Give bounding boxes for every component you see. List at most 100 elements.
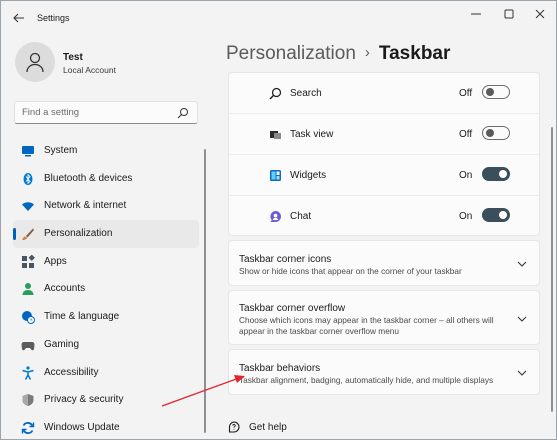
chat-icon bbox=[269, 210, 282, 223]
taskbar-behaviors-section[interactable]: Taskbar behaviors Taskbar alignment, bad… bbox=[228, 349, 540, 395]
section-title: Taskbar corner icons bbox=[239, 254, 332, 265]
taskbar-items-card: Search Off Task view Off Widgets On Chat bbox=[228, 72, 540, 236]
get-help-link[interactable]: Get help bbox=[228, 419, 287, 435]
arrow-left-icon bbox=[13, 13, 24, 23]
breadcrumb: Personalization › Taskbar bbox=[226, 43, 450, 65]
section-title: Taskbar corner overflow bbox=[239, 303, 346, 314]
minimize-icon bbox=[471, 13, 481, 15]
user-name: Test bbox=[63, 52, 83, 63]
sidebar-item-accessibility[interactable]: Accessibility bbox=[13, 359, 199, 387]
taskbar-item-task-view: Task view Off bbox=[229, 114, 539, 155]
maximize-icon bbox=[504, 9, 514, 19]
app-title: Settings bbox=[37, 13, 70, 23]
row-label: Widgets bbox=[290, 170, 327, 181]
sidebar-item-accounts[interactable]: Accounts bbox=[13, 275, 199, 303]
task-view-toggle[interactable] bbox=[482, 126, 510, 140]
bluetooth-icon bbox=[21, 172, 35, 186]
taskbar-item-search: Search Off bbox=[229, 73, 539, 114]
chevron-down-icon[interactable] bbox=[517, 368, 527, 378]
row-label: Task view bbox=[290, 129, 334, 140]
get-help-label: Get help bbox=[249, 421, 287, 433]
sidebar-item-label: Accessibility bbox=[44, 366, 99, 378]
toggle-knob bbox=[499, 170, 507, 178]
sidebar-item-label: Network & internet bbox=[44, 200, 127, 212]
toggle-state-label: Off bbox=[459, 129, 473, 140]
search-box[interactable] bbox=[14, 101, 198, 124]
sidebar-item-label: Bluetooth & devices bbox=[44, 172, 133, 184]
row-label: Chat bbox=[290, 211, 312, 222]
main-scrollbar[interactable] bbox=[551, 127, 553, 412]
widgets-toggle[interactable] bbox=[482, 167, 510, 181]
sidebar-item-bluetooth[interactable]: Bluetooth & devices bbox=[13, 165, 199, 193]
close-icon bbox=[535, 9, 545, 19]
taskbar-item-widgets: Widgets On bbox=[229, 155, 539, 196]
sidebar-item-apps[interactable]: Apps bbox=[13, 248, 199, 276]
accessibility-icon bbox=[21, 365, 35, 380]
sidebar-item-windows-update[interactable]: Windows Update bbox=[13, 414, 199, 439]
account-type: Local Account bbox=[63, 65, 116, 75]
minimize-button[interactable] bbox=[460, 4, 492, 24]
search-input[interactable] bbox=[22, 105, 172, 120]
toggle-state-label: Off bbox=[459, 88, 473, 99]
sidebar-item-time-language[interactable]: Time & language bbox=[13, 303, 199, 331]
toggle-state-label: On bbox=[459, 211, 473, 222]
chevron-down-icon[interactable] bbox=[517, 314, 527, 324]
chat-toggle[interactable] bbox=[482, 208, 510, 222]
sidebar-item-personalization[interactable]: Personalization bbox=[13, 220, 199, 248]
globe-clock-icon bbox=[21, 310, 35, 325]
settings-window: Settings Test Local Account Find a setti… bbox=[0, 0, 557, 440]
sidebar-item-privacy-security[interactable]: Privacy & security bbox=[13, 386, 199, 414]
sidebar-item-gaming[interactable]: Gaming bbox=[13, 331, 199, 359]
user-icon bbox=[26, 52, 44, 73]
sidebar-item-network[interactable]: Network & internet bbox=[13, 192, 199, 220]
page-title: Taskbar bbox=[378, 43, 451, 64]
widgets-icon bbox=[269, 169, 282, 182]
person-icon bbox=[21, 282, 35, 296]
avatar bbox=[15, 42, 55, 82]
apps-icon bbox=[21, 254, 35, 269]
gamepad-icon bbox=[21, 338, 35, 352]
row-label: Search bbox=[290, 88, 322, 99]
sidebar-item-label: Windows Update bbox=[44, 421, 120, 433]
section-description: Show or hide icons that appear on the co… bbox=[239, 266, 462, 276]
taskbar-corner-overflow-section[interactable]: Taskbar corner overflow Choose which ico… bbox=[228, 290, 540, 345]
search-icon[interactable] bbox=[177, 107, 189, 119]
toggle-state-label: On bbox=[459, 170, 473, 181]
active-indicator bbox=[13, 228, 16, 241]
task-view-icon bbox=[269, 128, 282, 141]
search-icon bbox=[269, 87, 282, 100]
search-toggle[interactable] bbox=[482, 85, 510, 99]
toggle-knob bbox=[499, 211, 507, 219]
sidebar-item-label: Gaming bbox=[44, 338, 80, 350]
sidebar-item-label: Personalization bbox=[44, 228, 113, 240]
wifi-icon bbox=[21, 199, 35, 213]
sidebar-scrollbar[interactable] bbox=[204, 149, 206, 433]
toggle-knob bbox=[486, 129, 494, 137]
monitor-icon bbox=[21, 144, 35, 158]
sidebar-nav: System Bluetooth & devices Network & int… bbox=[13, 137, 199, 439]
chevron-down-icon[interactable] bbox=[517, 259, 527, 269]
user-profile[interactable]: Test Local Account bbox=[15, 42, 205, 86]
section-description: Choose which icons may appear in the tas… bbox=[239, 315, 494, 336]
sidebar-item-label: Time & language bbox=[44, 311, 120, 323]
breadcrumb-parent[interactable]: Personalization bbox=[226, 43, 356, 64]
sidebar-item-label: Apps bbox=[44, 255, 67, 267]
taskbar-item-chat: Chat On bbox=[229, 196, 539, 237]
sidebar-item-label: Privacy & security bbox=[44, 394, 124, 406]
sidebar-item-system[interactable]: System bbox=[13, 137, 199, 165]
maximize-button[interactable] bbox=[493, 4, 525, 24]
toggle-knob bbox=[486, 88, 494, 96]
brush-icon bbox=[21, 227, 35, 241]
sync-icon bbox=[21, 421, 35, 435]
title-bar: Settings bbox=[1, 1, 556, 33]
sidebar-item-label: Accounts bbox=[44, 283, 86, 295]
breadcrumb-separator: › bbox=[364, 44, 370, 61]
close-button[interactable] bbox=[524, 4, 556, 24]
shield-icon bbox=[21, 393, 35, 407]
back-button[interactable] bbox=[9, 9, 29, 27]
sidebar-item-label: System bbox=[44, 145, 78, 156]
section-title: Taskbar behaviors bbox=[239, 363, 321, 374]
section-description: Taskbar alignment, badging, automaticall… bbox=[239, 375, 494, 385]
help-icon bbox=[228, 421, 240, 433]
taskbar-corner-icons-section[interactable]: Taskbar corner icons Show or hide icons … bbox=[228, 240, 540, 286]
